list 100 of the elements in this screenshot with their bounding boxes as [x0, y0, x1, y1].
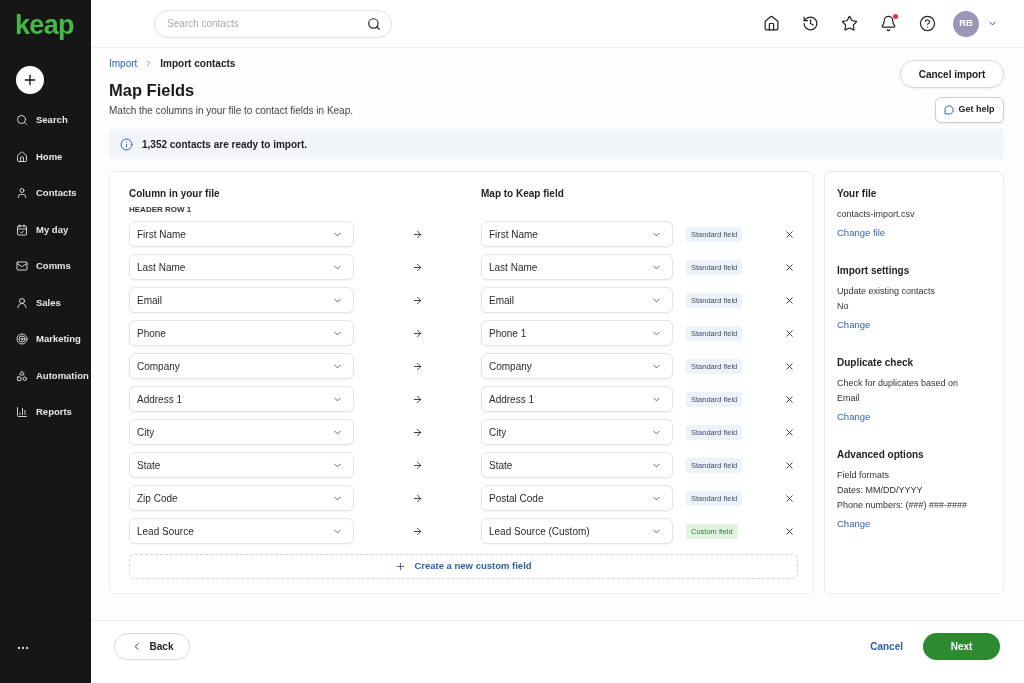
- search-icon[interactable]: [367, 16, 381, 31]
- page-subtitle: Match the columns in your file to contact fields in Keap.: [109, 104, 353, 118]
- calendar-check-icon: [16, 223, 28, 236]
- banner-text: 1,352 contacts are ready to import.: [142, 137, 308, 152]
- remove-icon[interactable]: [784, 426, 795, 438]
- field-select[interactable]: Last Name: [481, 254, 673, 280]
- field-select[interactable]: Phone 1: [481, 320, 673, 346]
- field-select[interactable]: Email: [481, 287, 673, 313]
- remove-icon[interactable]: [784, 393, 795, 405]
- column-select[interactable]: City: [129, 419, 354, 445]
- target-icon: [16, 333, 28, 346]
- add-button[interactable]: [16, 66, 44, 94]
- column-select[interactable]: Zip Code: [129, 485, 354, 511]
- summary-text: No: [837, 300, 850, 313]
- column-select[interactable]: Email: [129, 287, 354, 313]
- arrow-right-icon: [412, 360, 423, 372]
- star-icon[interactable]: [841, 15, 858, 32]
- section-heading: Your file: [837, 187, 878, 201]
- column-select[interactable]: State: [129, 452, 354, 478]
- column-heading: Map to Keap field: [481, 187, 564, 201]
- change-link[interactable]: Change: [837, 517, 871, 531]
- summary-text: Field formats: [837, 469, 890, 482]
- field-select[interactable]: Company: [481, 353, 673, 379]
- home-icon[interactable]: [763, 15, 780, 32]
- summary-text: Check for duplicates based on: [837, 377, 960, 390]
- create-custom-field-button[interactable]: Create a new custom field: [129, 554, 798, 579]
- plus-icon: [395, 561, 407, 572]
- column-heading: Column in your file: [129, 187, 221, 201]
- arrow-right-icon: [412, 294, 423, 306]
- remove-icon[interactable]: [784, 294, 795, 306]
- column-select[interactable]: Phone: [129, 320, 354, 346]
- sidebar-item[interactable]: Reports: [0, 394, 91, 431]
- remove-icon[interactable]: [784, 228, 795, 240]
- field-select[interactable]: Address 1: [481, 386, 673, 412]
- sidebar-item[interactable]: Automation: [0, 357, 91, 394]
- change-link[interactable]: Change: [837, 318, 871, 332]
- sidebar-item[interactable]: My day: [0, 211, 91, 248]
- search-field[interactable]: Search contacts: [154, 9, 392, 38]
- breadcrumb-link[interactable]: Import: [109, 55, 138, 71]
- change-link[interactable]: Change: [837, 410, 871, 424]
- help-icon[interactable]: [919, 15, 936, 32]
- field-select[interactable]: State: [481, 452, 673, 478]
- mail-icon: [16, 260, 28, 273]
- remove-icon[interactable]: [784, 525, 795, 537]
- home-icon: [16, 150, 28, 163]
- field-select[interactable]: Lead Source (Custom): [481, 518, 673, 544]
- sidebar-item[interactable]: Contacts: [0, 175, 91, 212]
- history-icon[interactable]: [802, 15, 819, 32]
- back-button[interactable]: Back: [114, 633, 190, 660]
- next-button[interactable]: Next: [923, 633, 1000, 660]
- person-icon: [16, 187, 28, 200]
- bar-chart-icon: [16, 406, 28, 419]
- page-title: Map Fields: [109, 80, 196, 100]
- field-select[interactable]: City: [481, 419, 673, 445]
- summary-text: Update existing contacts: [837, 285, 937, 298]
- notification-bell-icon[interactable]: [880, 15, 897, 32]
- sidebar-item[interactable]: Sales: [0, 284, 91, 321]
- remove-icon[interactable]: [784, 360, 795, 372]
- person-icon: [16, 296, 28, 309]
- arrow-right-icon: [412, 492, 423, 504]
- column-select[interactable]: Address 1: [129, 386, 354, 412]
- chat-bubble-icon: [944, 105, 955, 115]
- cancel-link[interactable]: Cancel: [870, 633, 903, 660]
- sidebar-item[interactable]: Search: [0, 102, 91, 139]
- sidebar-item[interactable]: Comms: [0, 248, 91, 285]
- sidebar-item[interactable]: Marketing: [0, 321, 91, 358]
- summary-text: Email: [837, 392, 861, 405]
- arrow-right-icon: [412, 261, 423, 273]
- arrow-right-icon: [412, 459, 423, 471]
- section-heading: Duplicate check: [837, 356, 915, 370]
- info-icon: [120, 137, 133, 151]
- column-select[interactable]: Lead Source: [129, 518, 354, 544]
- arrow-right-icon: [412, 327, 423, 339]
- summary-text: Phone numbers: (###) ###-####: [837, 499, 969, 512]
- change-link[interactable]: Change file: [837, 226, 886, 240]
- field-select[interactable]: First Name: [481, 221, 673, 247]
- remove-icon[interactable]: [784, 459, 795, 471]
- sidebar-item[interactable]: Home: [0, 138, 91, 175]
- column-select[interactable]: First Name: [129, 221, 354, 247]
- column-select[interactable]: Company: [129, 353, 354, 379]
- header-row-label: HEADER ROW 1: [129, 204, 193, 215]
- summary-text: Dates: MM/DD/YYYY: [837, 484, 924, 497]
- get-help-button[interactable]: Get help: [935, 97, 1004, 123]
- remove-icon[interactable]: [784, 327, 795, 339]
- breadcrumb-current: Import contacts: [160, 56, 236, 71]
- remove-icon[interactable]: [784, 492, 795, 504]
- arrow-right-icon: [412, 426, 423, 438]
- plus-icon: [22, 72, 38, 88]
- section-heading: Advanced options: [837, 448, 925, 462]
- remove-icon[interactable]: [784, 261, 795, 273]
- cancel-import-button[interactable]: Cancel import: [900, 60, 1004, 88]
- column-select[interactable]: Last Name: [129, 254, 354, 280]
- summary-text: contacts-import.csv: [837, 208, 916, 221]
- section-heading: Import settings: [837, 264, 911, 278]
- arrow-right-icon: [412, 525, 423, 537]
- search-icon: [16, 114, 28, 127]
- logo[interactable]: keap: [15, 11, 74, 39]
- arrow-right-icon: [412, 228, 423, 240]
- field-select[interactable]: Postal Code: [481, 485, 673, 511]
- shapes-icon: [16, 369, 28, 382]
